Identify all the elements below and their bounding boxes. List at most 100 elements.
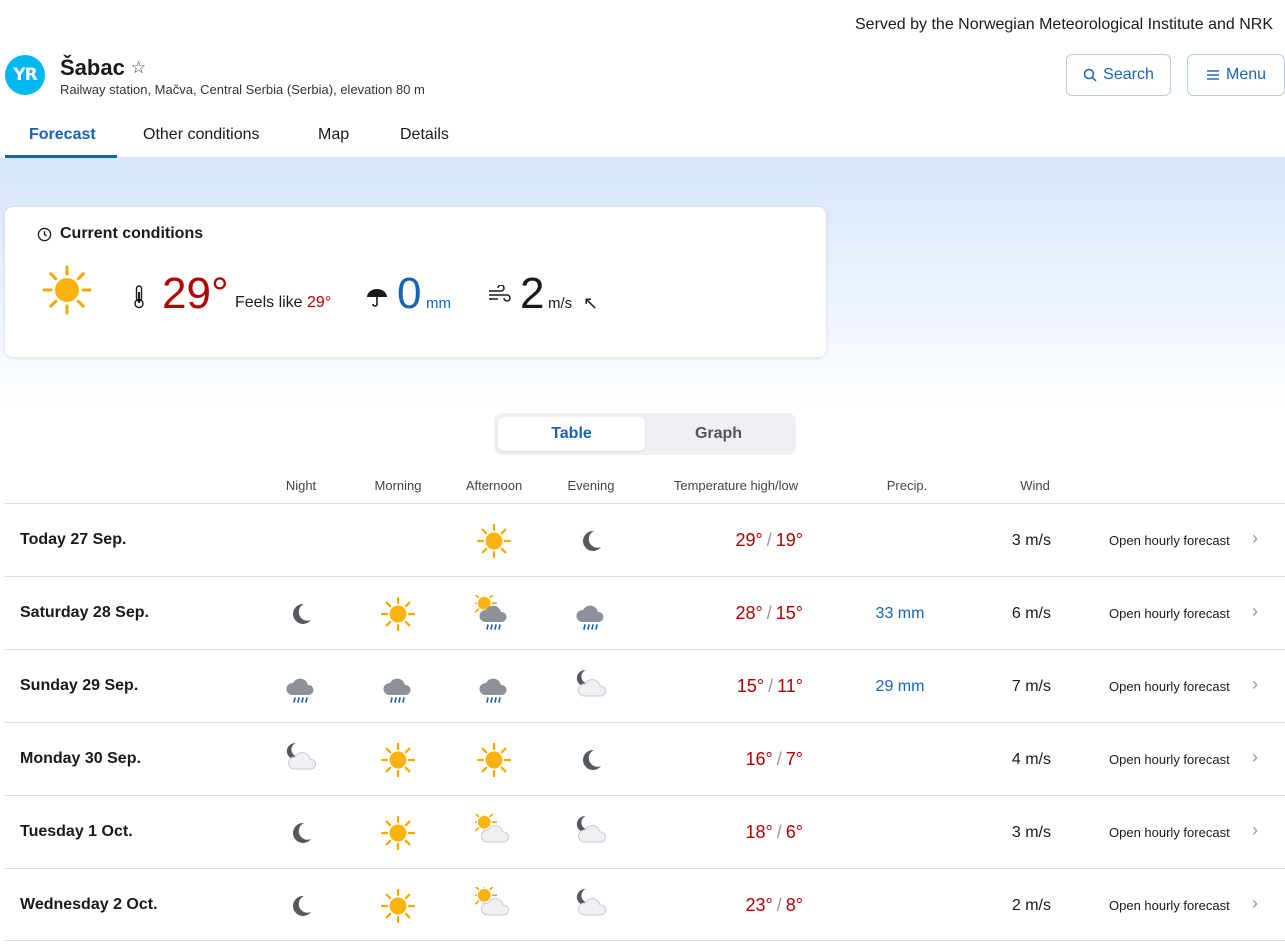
yr-logo[interactable]: YR	[5, 55, 45, 95]
column-precipitation: Precip.	[886, 478, 928, 493]
forecast-table: Today 27 Sep. 29°/19° 3 m/s Open hourly for…	[5, 503, 1285, 941]
cloud-rain-icon	[479, 678, 507, 703]
open-hourly-forecast-link[interactable]: Open hourly forecast	[1109, 679, 1230, 694]
wind-value: 7 m/s	[1011, 678, 1051, 695]
sun-icon	[380, 596, 416, 632]
moon-icon	[293, 822, 311, 843]
column-morning: Morning	[374, 478, 422, 493]
column-night: Night	[285, 478, 317, 493]
feels-like-label: Feels like	[235, 294, 303, 311]
column-afternoon: Afternoon	[465, 478, 523, 493]
day-label: Tuesday 1 Oct.	[20, 823, 133, 840]
forecast-row[interactable]: Monday 30 Sep. 16°/7° 4 m/s Open hourly for…	[5, 722, 1285, 795]
open-hourly-forecast-link[interactable]: Open hourly forecast	[1109, 606, 1230, 621]
cloud-rain-icon	[383, 678, 411, 703]
thermometer-icon	[133, 285, 145, 314]
temperature-high-low: 23°/8°	[745, 895, 803, 915]
moon-cloud-icon	[576, 889, 607, 916]
tab-details[interactable]: Details	[400, 126, 449, 144]
chevron-right-icon[interactable]: ›	[1252, 747, 1258, 768]
wind-unit: m/s	[548, 295, 573, 312]
day-label: Sunday 29 Sep.	[20, 677, 139, 694]
table-view-button[interactable]: Table	[498, 417, 645, 451]
temperature-low: 6°	[785, 822, 803, 842]
tab-forecast[interactable]: Forecast	[29, 126, 96, 144]
tab-other-conditions[interactable]: Other conditions	[143, 126, 260, 144]
graph-view-button[interactable]: Graph	[645, 417, 792, 451]
forecast-row[interactable]: Sunday 29 Sep. 15°/11° 29 mm 7 m/s Open hour…	[5, 649, 1285, 722]
chevron-right-icon[interactable]: ›	[1252, 601, 1258, 622]
menu-button[interactable]: Menu	[1187, 54, 1285, 96]
location-header: Šabac ☆	[60, 55, 146, 81]
feels-like-value: 29°	[307, 294, 332, 311]
sun-icon	[380, 815, 416, 851]
precipitation-unit: mm	[426, 295, 451, 312]
sun-icon	[476, 742, 512, 778]
umbrella-icon	[365, 285, 389, 314]
chevron-right-icon[interactable]: ›	[1252, 893, 1258, 914]
current-wind-speed: 2	[520, 269, 545, 318]
chevron-right-icon[interactable]: ›	[1252, 528, 1258, 549]
wind-value: 2 m/s	[1011, 897, 1051, 914]
open-hourly-forecast-link[interactable]: Open hourly forecast	[1109, 825, 1230, 840]
current-precipitation: 0	[397, 269, 422, 318]
menu-label: Menu	[1225, 66, 1267, 83]
day-label: Saturday 28 Sep.	[20, 604, 149, 621]
forecast-row[interactable]: Today 27 Sep. 29°/19° 3 m/s Open hourly for…	[5, 503, 1285, 576]
cloud-rain-icon	[576, 605, 604, 630]
sun-icon	[380, 888, 416, 924]
precipitation-value: 33 mm	[875, 605, 925, 622]
temperature-high: 23°	[745, 895, 773, 915]
current-conditions-card: Current conditions 29° Feels like 29° 0 …	[5, 207, 826, 357]
current-conditions-title: Current conditions	[60, 225, 204, 242]
forecast-row[interactable]: Saturday 28 Sep. 28°/15° 33 mm 6 m/s Open ho…	[5, 576, 1285, 649]
moon-icon	[583, 749, 601, 770]
temperature-low: 11°	[777, 676, 803, 696]
open-hourly-forecast-link[interactable]: Open hourly forecast	[1109, 533, 1230, 548]
day-label: Wednesday 2 Oct.	[20, 896, 158, 913]
feels-like: Feels like 29°	[235, 294, 331, 312]
temperature-high-low: 18°/6°	[745, 822, 803, 842]
temperature-high: 28°	[735, 603, 763, 623]
search-icon	[1083, 68, 1097, 82]
location-name: Šabac	[60, 55, 125, 80]
chevron-right-icon[interactable]: ›	[1252, 674, 1258, 695]
temperature-high: 29°	[735, 530, 763, 550]
column-evening: Evening	[567, 478, 615, 493]
temperature-high-low: 15°/11°	[736, 676, 803, 696]
day-label: Monday 30 Sep.	[20, 750, 141, 767]
sun-cloud-icon	[475, 887, 510, 916]
sun-cloud-rain-icon	[475, 595, 507, 630]
tab-map[interactable]: Map	[318, 126, 349, 144]
open-hourly-forecast-link[interactable]: Open hourly forecast	[1109, 898, 1230, 913]
sun-icon	[380, 742, 416, 778]
column-wind: Wind	[1020, 478, 1050, 493]
favorite-star-icon[interactable]: ☆	[131, 58, 146, 78]
wind-value: 4 m/s	[1011, 751, 1051, 768]
current-conditions-header: Current conditions	[37, 225, 203, 243]
temperature-high: 16°	[745, 749, 773, 769]
temperature-low: 19°	[775, 530, 803, 550]
location-subtitle: Railway station, Mačva, Central Serbia (…	[60, 82, 425, 97]
tab-bar: Forecast Other conditions Map Details	[5, 118, 1285, 158]
day-label: Today 27 Sep.	[20, 531, 127, 548]
moon-cloud-icon	[286, 743, 317, 770]
sun-icon	[476, 523, 512, 559]
sun-icon	[42, 265, 92, 320]
moon-icon	[293, 603, 311, 624]
temperature-low: 8°	[785, 895, 803, 915]
clock-icon	[37, 227, 52, 241]
hamburger-icon	[1206, 70, 1219, 80]
forecast-row[interactable]: Wednesday 2 Oct. 23°/8° 2 m/s Open hourly f…	[5, 868, 1285, 941]
moon-cloud-icon	[576, 670, 607, 697]
search-button[interactable]: Search	[1066, 54, 1171, 96]
moon-icon	[583, 530, 601, 551]
chevron-right-icon[interactable]: ›	[1252, 820, 1258, 841]
served-by-text: Served by the Norwegian Meteorological I…	[855, 16, 1273, 33]
forecast-row[interactable]: Tuesday 1 Oct. 18°/6° 3 m/s Open hourly for…	[5, 795, 1285, 868]
open-hourly-forecast-link[interactable]: Open hourly forecast	[1109, 752, 1230, 767]
temperature-high-low: 29°/19°	[735, 530, 803, 550]
temperature-high-low: 28°/15°	[735, 603, 803, 623]
search-label: Search	[1103, 66, 1154, 83]
column-temperature: Temperature high/low	[673, 478, 799, 493]
